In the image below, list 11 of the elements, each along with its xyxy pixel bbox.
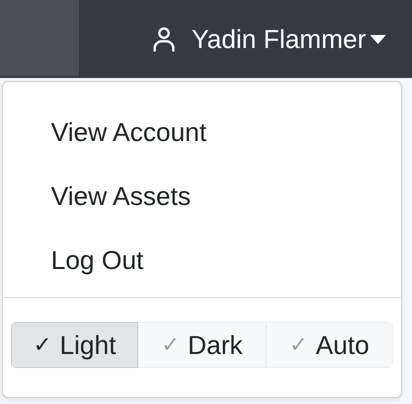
menu-item[interactable]: Log Out [3,240,192,304]
theme-button[interactable]: ✓ Dark [138,322,266,368]
menu-item[interactable]: View Assets [3,176,239,240]
theme-button[interactable]: ✓ Auto [266,322,393,368]
check-icon: ✓ [289,332,308,358]
user-menu-button[interactable]: Yadin Flammer [148,20,388,58]
check-icon: ✓ [33,332,52,358]
check-icon: ✓ [161,332,180,358]
menu-item[interactable]: View Account [3,112,255,176]
theme-button[interactable]: ✓ Light [11,322,138,368]
caret-icon [370,34,386,44]
